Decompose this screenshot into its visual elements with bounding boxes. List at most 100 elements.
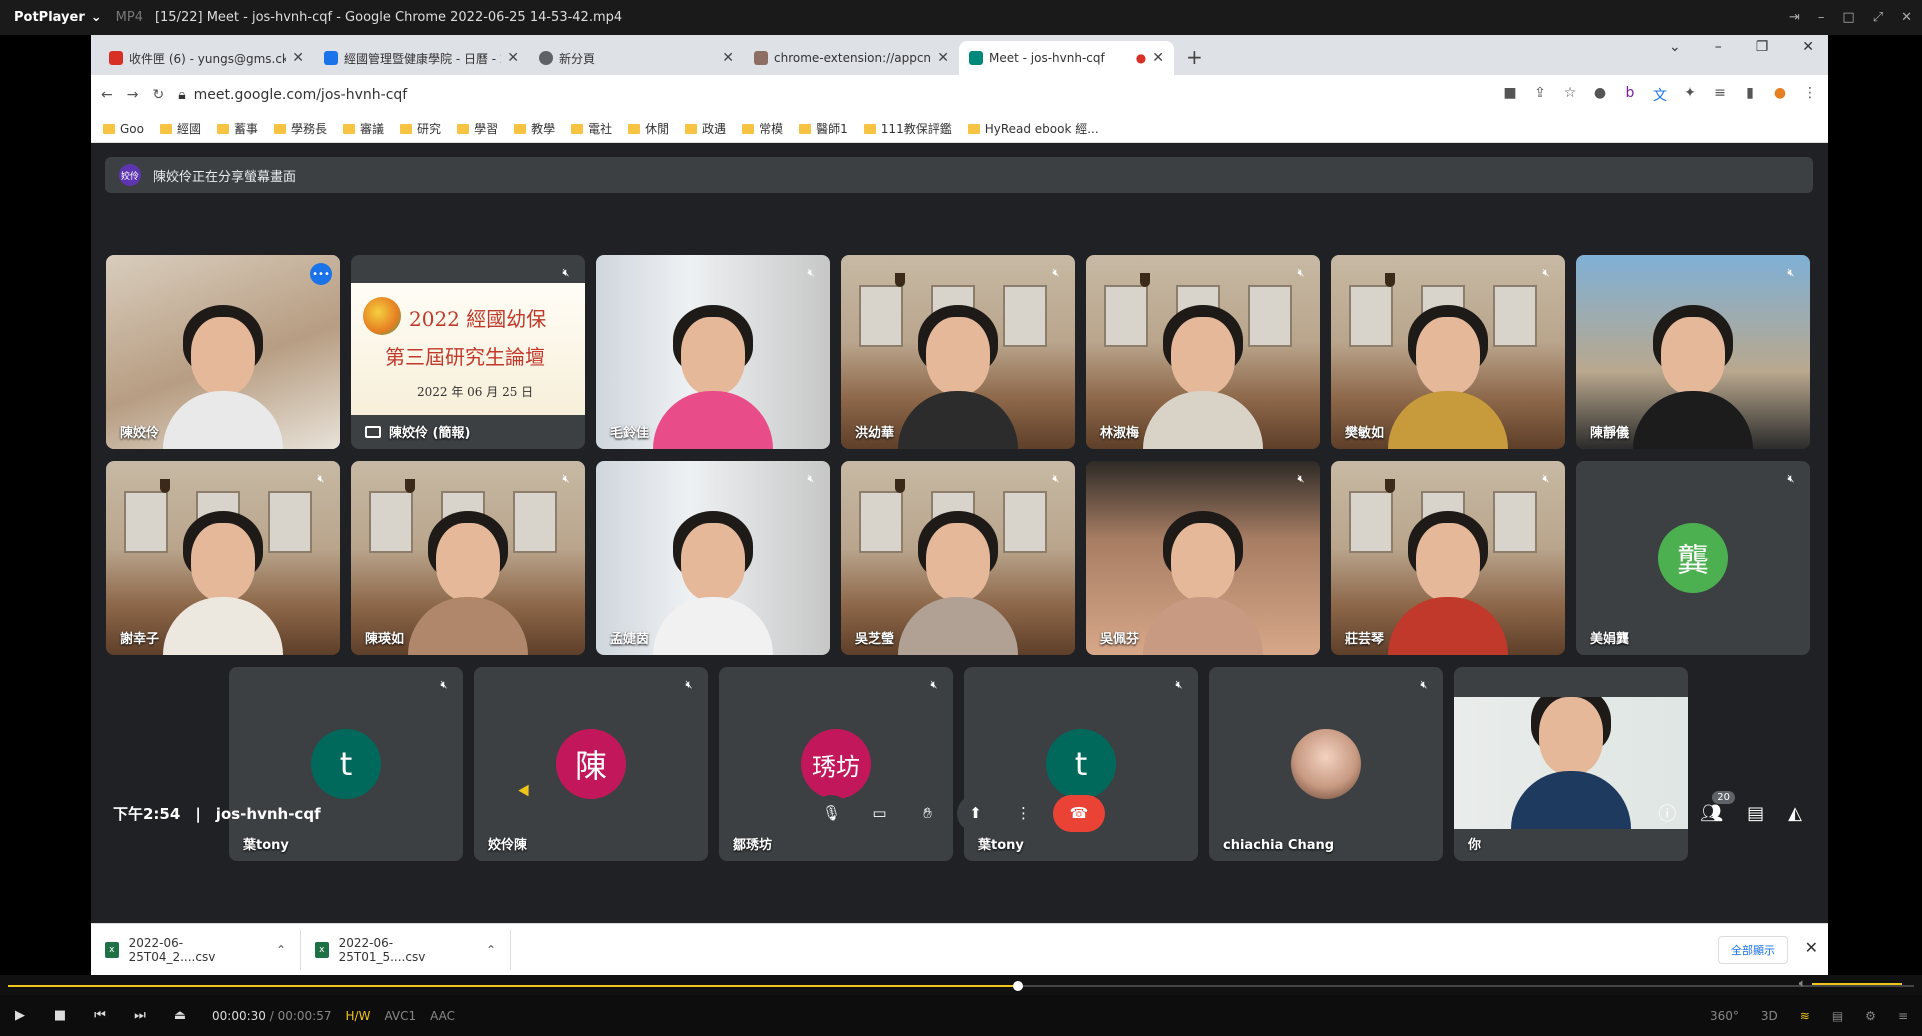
tab-gmail[interactable]: 收件匣 (6) - yungs@gms.cku.ec✕ (99, 41, 314, 75)
restore-icon[interactable]: ❐ (1756, 39, 1769, 55)
microphone-button[interactable]: 🎙︎ (813, 794, 850, 832)
volume-icon[interactable]: 🔈︎ (1799, 976, 1806, 991)
back-icon[interactable]: ← (101, 87, 113, 103)
bookmark-item[interactable]: HyRead ebook 經... (967, 120, 1099, 137)
bookmark-item[interactable]: 審議 (343, 120, 384, 137)
tab-new-tab[interactable]: 新分頁 ✕ (529, 41, 744, 75)
participant-tile[interactable]: 🔇︎ 吳佩芬 (1086, 461, 1320, 655)
minimize-icon[interactable]: – (1818, 10, 1825, 25)
activities-button[interactable]: ◭ (1788, 803, 1802, 824)
forward-icon[interactable]: → (127, 87, 139, 103)
participant-tile[interactable]: 2022 經國幼保 第三屆研究生論壇 2022 年 06 月 25 日 🔇︎ 陳姣伶 (… (351, 255, 585, 449)
bookmark-item[interactable]: 休閒 (628, 120, 669, 137)
chat-button[interactable]: ▤ (1747, 803, 1764, 824)
participant-tile[interactable]: 🔇︎ 陳靜儀 (1576, 255, 1810, 449)
reading-list-icon[interactable]: ≡ (1712, 85, 1728, 105)
extension-2-icon[interactable]: b (1622, 85, 1638, 105)
hw-tag[interactable]: H/W (346, 1009, 371, 1023)
menu-icon[interactable]: ⋮ (1802, 85, 1818, 105)
bookmark-item[interactable]: 教學 (514, 120, 555, 137)
participant-tile[interactable]: 龔 🔇︎ 美娟龔 (1576, 461, 1810, 655)
tab-close-icon[interactable]: ✕ (292, 50, 304, 66)
vr-360-button[interactable]: 360° (1710, 1009, 1739, 1023)
bookmark-item[interactable]: 醫師1 (799, 120, 848, 137)
bookmark-item[interactable]: 經國 (159, 120, 201, 137)
tab-search-icon[interactable]: ⌄ (1669, 39, 1681, 55)
seek-bar[interactable] (0, 975, 1922, 995)
next-icon[interactable]: ⏭︎ (120, 1008, 160, 1023)
translate-icon[interactable]: 文 (1652, 85, 1668, 105)
bookmark-item[interactable]: 學習 (457, 120, 498, 137)
download-item[interactable]: x 2022-06-25T04_2....csv ⌃ (91, 929, 301, 970)
seek-track[interactable] (8, 981, 1914, 991)
puzzle-icon[interactable]: ✦ (1682, 85, 1698, 105)
participant-tile[interactable]: 🔇︎ 毛鈴佳 (596, 255, 830, 449)
codec-video-tag[interactable]: AVC1 (384, 1009, 416, 1023)
close-icon[interactable]: ✕ (1802, 39, 1814, 55)
volume-slider[interactable] (1812, 983, 1902, 985)
participant-tile[interactable]: ••• 陳姣伶 (106, 255, 340, 449)
reload-icon[interactable]: ↻ (152, 87, 164, 103)
tab-close-icon[interactable]: ✕ (937, 50, 949, 66)
share-icon[interactable]: ⇪ (1532, 85, 1548, 105)
omnibox[interactable]: 🔒︎ meet.google.com/jos-hvnh-cqf (178, 87, 1488, 103)
more-options-button[interactable]: ⋮ (1005, 794, 1042, 832)
profile-avatar[interactable]: ● (1772, 85, 1788, 105)
tab-meet[interactable]: Meet - jos-hvnh-cqf ● ✕ (959, 41, 1174, 75)
pin-icon[interactable]: ⇥ (1789, 10, 1800, 25)
chevron-up-icon[interactable]: ⌃ (276, 943, 286, 957)
present-button[interactable]: ⬆ (957, 794, 994, 832)
player-menu-button[interactable]: PotPlayer ⌄ (0, 10, 116, 25)
previous-icon[interactable]: ⏮︎ (80, 1008, 120, 1023)
bookmark-star-icon[interactable]: ☆ (1562, 85, 1578, 105)
tab-close-icon[interactable]: ✕ (722, 50, 734, 66)
tab-extension[interactable]: chrome-extension://appcnhiel✕ (744, 41, 959, 75)
new-tab-button[interactable]: + (1174, 45, 1215, 75)
bookmark-item[interactable]: 蓄事 (217, 120, 258, 137)
tab-calendar[interactable]: 經國管理暨健康學院 - 日曆 - 20 ✕ (314, 41, 529, 75)
bookmark-item[interactable]: 學務長 (274, 120, 327, 137)
participant-tile[interactable]: 🔇︎ 吳芝瑩 (841, 461, 1075, 655)
tab-close-icon[interactable]: ✕ (1152, 50, 1164, 66)
participant-tile[interactable]: 🔇︎ 孟婕茵 (596, 461, 830, 655)
raise-hand-button[interactable]: ✋︎ (909, 794, 946, 832)
leave-call-button[interactable]: ☎︎ (1053, 794, 1105, 832)
tab-close-icon[interactable]: ✕ (507, 50, 519, 66)
side-panel-icon[interactable]: ▮ (1742, 85, 1758, 105)
meeting-details-button[interactable]: ⓘ (1658, 800, 1676, 826)
close-icon[interactable]: ✕ (1901, 10, 1912, 25)
more-options-icon[interactable]: ••• (310, 263, 332, 285)
participant-tile[interactable]: 🔇︎ 樊敏如 (1331, 255, 1565, 449)
people-button[interactable]: 👥︎ 20 (1700, 790, 1736, 824)
bookmark-item[interactable]: 電社 (571, 120, 612, 137)
participant-tile[interactable]: 🔇︎ 謝幸子 (106, 461, 340, 655)
download-item[interactable]: x 2022-06-25T01_5....csv ⌃ (301, 929, 511, 970)
close-downloads-icon[interactable]: ✕ (1805, 938, 1818, 957)
equalizer-icon[interactable]: ≋ (1800, 1009, 1810, 1023)
participant-tile[interactable]: 🔇︎ 莊芸琴 (1331, 461, 1565, 655)
participant-tile[interactable]: 🔇︎ 陳瑛如 (351, 461, 585, 655)
bookmark-item[interactable]: Goo (103, 122, 144, 136)
3d-button[interactable]: 3D (1761, 1009, 1778, 1023)
bookmark-item[interactable]: 政遇 (685, 120, 726, 137)
settings-icon[interactable]: ⚙︎ (1865, 1009, 1876, 1023)
fullscreen-icon[interactable]: ⤢ (1873, 10, 1883, 25)
minimize-icon[interactable]: – (1715, 39, 1722, 55)
chevron-up-icon[interactable]: ⌃ (486, 943, 496, 957)
bookmark-item[interactable]: 111教保評鑑 (863, 120, 952, 137)
menu-icon[interactable]: ≡ (1898, 1009, 1908, 1023)
extension-1-icon[interactable]: ● (1592, 85, 1608, 105)
eject-icon[interactable]: ⏏︎ (160, 1008, 200, 1023)
play-icon[interactable]: ▶ (0, 1008, 40, 1023)
stop-icon[interactable]: ■ (40, 1008, 80, 1023)
camera-button[interactable]: ▭ (861, 794, 898, 832)
seek-handle[interactable] (1013, 981, 1024, 991)
show-all-button[interactable]: 全部顯示 (1718, 936, 1788, 964)
participant-tile[interactable]: 🔇︎ 林淑梅 (1086, 255, 1320, 449)
bookmark-item[interactable]: 常模 (742, 120, 783, 137)
camera-icon[interactable]: ■ (1502, 85, 1518, 105)
maximize-icon[interactable]: □ (1842, 10, 1854, 25)
playlist-icon[interactable]: ▤ (1832, 1009, 1843, 1023)
codec-audio-tag[interactable]: AAC (430, 1009, 455, 1023)
bookmark-item[interactable]: 研究 (400, 120, 441, 137)
